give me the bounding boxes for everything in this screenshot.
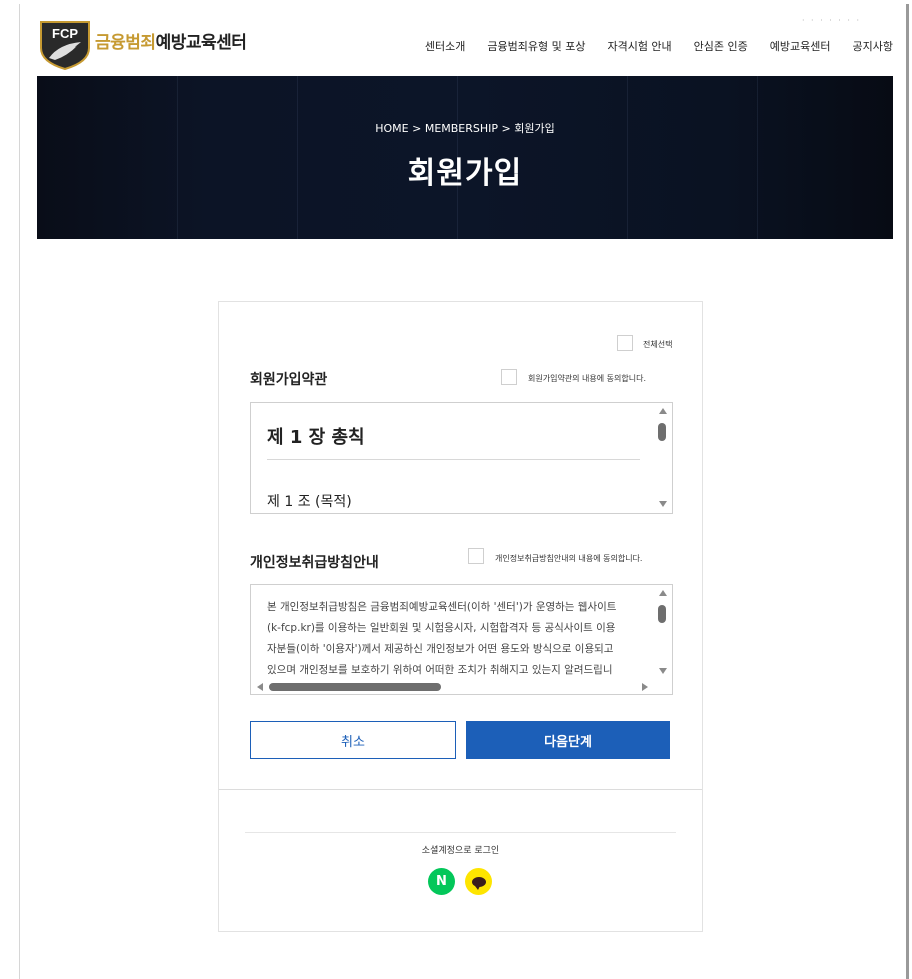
- page-title: 회원가입: [407, 156, 523, 191]
- privacy-title: 개인정보취급방침안내: [250, 555, 379, 571]
- privacy-textbox[interactable]: 본 개인정보취급방침은 금융범죄예방교육센터(이하 '센터')가 운영하는 웹사…: [250, 584, 673, 695]
- nav-crime-types[interactable]: 금융범죄유형 및 포상: [487, 38, 585, 54]
- next-step-button[interactable]: 다음단계: [466, 721, 670, 759]
- naver-icon: N: [436, 874, 447, 889]
- brand-name[interactable]: 금융범죄예방교육센터: [95, 28, 247, 53]
- main-nav: 센터소개 금융범죄유형 및 포상 자격시험 안내 안심존 인증 예방교육센터 공…: [425, 38, 893, 54]
- terms-title: 회원가입약관: [250, 372, 328, 388]
- logo-text: FCP: [52, 26, 78, 41]
- brand-dark-text: 예방교육센터: [155, 33, 247, 53]
- privacy-line: (k-fcp.kr)를 이용하는 일반회원 및 시험응시자, 시험합격자 등 공…: [267, 622, 616, 634]
- nav-exam-info[interactable]: 자격시험 안내: [607, 38, 671, 54]
- terms-agree-checkbox[interactable]: [501, 369, 517, 385]
- scroll-left-arrow-icon[interactable]: [257, 683, 263, 691]
- nav-notices[interactable]: 공지사항: [853, 38, 893, 54]
- kakao-login-button[interactable]: [465, 868, 492, 895]
- scroll-down-arrow-icon[interactable]: [659, 668, 667, 674]
- privacy-text: 본 개인정보취급방침은 금융범죄예방교육센터(이하 '센터')가 운영하는 웹사…: [267, 597, 647, 681]
- top-mini-links: · · · · · · ·: [801, 16, 861, 25]
- chapter-divider: [267, 459, 640, 460]
- social-divider: [245, 832, 676, 833]
- select-all-checkbox[interactable]: [617, 335, 633, 351]
- terms-scroll-thumb[interactable]: [658, 423, 666, 441]
- page-banner: HOME > MEMBERSHIP > 회원가입 회원가입: [37, 76, 893, 239]
- naver-login-button[interactable]: N: [428, 868, 455, 895]
- nav-education-center[interactable]: 예방교육센터: [770, 38, 831, 54]
- signup-card: 전체선택 회원가입약관 회원가입약관의 내용에 동의합니다. 제 1 장 총칙 …: [218, 301, 703, 932]
- terms-textbox[interactable]: 제 1 장 총칙 제 1 조 (목적): [250, 402, 673, 514]
- scroll-down-arrow-icon[interactable]: [659, 501, 667, 507]
- privacy-agree-checkbox[interactable]: [468, 548, 484, 564]
- social-login-label: 소셜계정으로 로그인: [421, 846, 500, 856]
- terms-vertical-scrollbar[interactable]: [654, 403, 672, 513]
- kakao-icon: [471, 876, 486, 890]
- privacy-hscroll-thumb[interactable]: [269, 683, 441, 691]
- fcp-logo[interactable]: FCP: [37, 20, 93, 70]
- privacy-line: 있으며 개인정보를 보호하기 위하여 어떠한 조치가 취해지고 있는지 알려드립…: [267, 664, 613, 676]
- nav-center-intro[interactable]: 센터소개: [425, 38, 465, 54]
- privacy-agree-label: 개인정보취급방침안내의 내용에 동의합니다.: [495, 554, 643, 563]
- terms-article: 제 1 조 (목적): [267, 494, 352, 510]
- nav-safe-zone[interactable]: 안심존 인증: [694, 38, 748, 54]
- card-divider: [219, 789, 702, 790]
- terms-chapter: 제 1 장 총칙: [267, 427, 365, 448]
- scroll-up-arrow-icon[interactable]: [659, 408, 667, 414]
- breadcrumb: HOME > MEMBERSHIP > 회원가입: [375, 122, 555, 135]
- privacy-vertical-scrollbar[interactable]: [654, 585, 672, 680]
- brand-gold-text: 금융범죄: [95, 33, 156, 53]
- terms-agree-label: 회원가입약관의 내용에 동의합니다.: [528, 374, 647, 383]
- privacy-horizontal-scrollbar[interactable]: [251, 680, 672, 694]
- select-all-label: 전체선택: [643, 340, 673, 349]
- cancel-button[interactable]: 취소: [250, 721, 456, 759]
- scroll-up-arrow-icon[interactable]: [659, 590, 667, 596]
- site-header: FCP 금융범죄예방교육센터 · · · · · · · 센터소개 금융범죄유형…: [37, 16, 893, 74]
- privacy-line: 본 개인정보취급방침은 금융범죄예방교육센터(이하 '센터')가 운영하는 웹사…: [267, 601, 617, 613]
- scroll-right-arrow-icon[interactable]: [642, 683, 648, 691]
- privacy-line: 자분들(이하 '이용자')께서 제공하신 개인정보가 어떤 용도와 방식으로 이…: [267, 643, 614, 655]
- privacy-scroll-thumb[interactable]: [658, 605, 666, 623]
